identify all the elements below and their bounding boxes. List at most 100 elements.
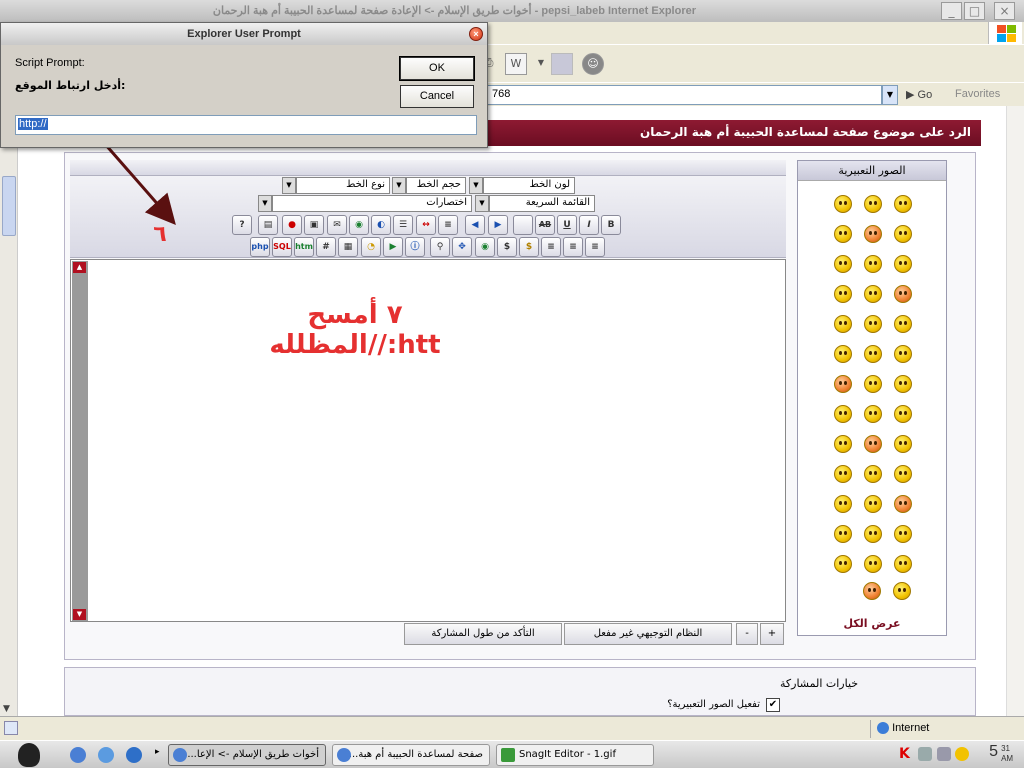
sql-button[interactable]: SQL: [272, 237, 292, 257]
align-right-button[interactable]: ≡: [541, 237, 561, 257]
smiley-icon[interactable]: [864, 195, 882, 213]
smiley-icon[interactable]: [894, 435, 912, 453]
maximize-button[interactable]: □: [964, 2, 985, 20]
smiley-icon[interactable]: [864, 375, 882, 393]
smiley-tray-icon[interactable]: [955, 747, 969, 761]
html-button[interactable]: htm: [294, 237, 314, 257]
smiley-icon[interactable]: [893, 582, 911, 600]
smiley-icon[interactable]: [894, 465, 912, 483]
smiley-icon[interactable]: [864, 225, 882, 243]
smiley-icon[interactable]: [834, 225, 852, 243]
messenger-quicklaunch-icon[interactable]: [98, 747, 114, 763]
smiley-icon[interactable]: [834, 525, 852, 543]
php-button[interactable]: php: [250, 237, 270, 257]
smiley-icon[interactable]: [834, 555, 852, 573]
cancel-button[interactable]: Cancel: [400, 85, 474, 108]
font-color-arrow-icon[interactable]: ▼: [469, 177, 483, 194]
check-length-button[interactable]: التأكد من طول المشاركة: [404, 623, 562, 645]
align-left-button[interactable]: ≡: [585, 237, 605, 257]
align-center-button[interactable]: ≡: [563, 237, 583, 257]
page-scrollbar[interactable]: [1006, 106, 1024, 716]
smiley-icon[interactable]: [864, 525, 882, 543]
smiley-icon[interactable]: [894, 405, 912, 423]
bonus-button[interactable]: $: [519, 237, 539, 257]
smiley-icon[interactable]: [864, 315, 882, 333]
underline-button[interactable]: U: [557, 215, 577, 235]
editor-scroll-up-icon[interactable]: ▲: [73, 262, 86, 273]
smiley-icon[interactable]: [834, 465, 852, 483]
dialog-close-icon[interactable]: ×: [469, 27, 483, 41]
show-all-smilies-link[interactable]: عرض الكل: [797, 617, 947, 630]
direction-rtl-button[interactable]: ◀: [465, 215, 485, 235]
direction-ltr-button[interactable]: ▶: [488, 215, 508, 235]
scrollbar-thumb[interactable]: [2, 176, 16, 236]
web-button[interactable]: ◐: [371, 215, 391, 235]
enable-smilies-checkbox[interactable]: ✔: [766, 698, 780, 712]
smiley-icon[interactable]: [834, 495, 852, 513]
quote-button[interactable]: ≡: [438, 215, 458, 235]
font-type-arrow-icon[interactable]: ▼: [282, 177, 296, 194]
address-dropdown-icon[interactable]: ▼: [882, 85, 898, 105]
email-button[interactable]: ✉: [327, 215, 347, 235]
browser-quicklaunch-icon[interactable]: [126, 747, 142, 763]
smiley-icon[interactable]: [894, 345, 912, 363]
media-button[interactable]: ▶: [383, 237, 403, 257]
smiley-icon[interactable]: [864, 285, 882, 303]
go-button[interactable]: ▶ Go: [906, 88, 932, 101]
quick-list-arrow-icon[interactable]: ▼: [475, 195, 489, 212]
strike-button[interactable]: AB: [535, 215, 555, 235]
scroll-down-icon[interactable]: ▼: [3, 704, 10, 714]
smiley-icon[interactable]: [894, 495, 912, 513]
link-button[interactable]: ◉: [349, 215, 369, 235]
blank-button[interactable]: [513, 215, 533, 235]
dropdown-arrow-icon[interactable]: ▼: [530, 53, 552, 75]
smiley-icon[interactable]: [894, 195, 912, 213]
taskbar-item-page[interactable]: صفحة لمساعدة الحبيبة أم هبة...: [332, 744, 490, 766]
ie-quicklaunch-icon[interactable]: [70, 747, 86, 763]
list-button[interactable]: ☰: [393, 215, 413, 235]
smiley-icon[interactable]: [894, 525, 912, 543]
help-button[interactable]: ?: [232, 215, 252, 235]
quick-list-select[interactable]: القائمة السريعة: [489, 195, 595, 212]
italic-button[interactable]: I: [579, 215, 599, 235]
dollar-button[interactable]: $: [497, 237, 517, 257]
kaspersky-icon[interactable]: K: [899, 747, 913, 761]
smiley-icon[interactable]: [864, 465, 882, 483]
favorites-button[interactable]: Favorites: [955, 88, 1000, 100]
smiley-icon[interactable]: [864, 435, 882, 453]
plus-button[interactable]: +: [760, 623, 784, 645]
smiley-icon[interactable]: [864, 495, 882, 513]
network-icon[interactable]: [918, 747, 932, 761]
smiley-icon[interactable]: [863, 582, 881, 600]
volume-icon[interactable]: [937, 747, 951, 761]
page-button[interactable]: ▤: [258, 215, 278, 235]
close-button[interactable]: ×: [994, 2, 1015, 20]
prompt-input[interactable]: http://: [15, 115, 477, 135]
code-button[interactable]: ↔: [416, 215, 436, 235]
smiley-icon[interactable]: [894, 285, 912, 303]
start-penguin-icon[interactable]: [18, 743, 40, 767]
taskbar-item-snagit[interactable]: SnagIt Editor - 1.gif: [496, 744, 654, 766]
smiley-icon[interactable]: [894, 555, 912, 573]
smiley-icon[interactable]: [864, 255, 882, 273]
quicklaunch-more-icon[interactable]: ▸: [155, 747, 160, 757]
info-button[interactable]: ⓘ: [405, 237, 425, 257]
font-color-select[interactable]: لون الخط: [483, 177, 575, 194]
guide-mode-button[interactable]: النظام التوجيهي غير مفعل: [564, 623, 732, 645]
image-button[interactable]: ▣: [304, 215, 324, 235]
word-icon[interactable]: W: [505, 53, 527, 75]
editor-scrollbar[interactable]: ▲ ▼: [72, 261, 88, 621]
address-input[interactable]: 768: [487, 85, 882, 105]
font-size-select[interactable]: حجم الخط: [406, 177, 466, 194]
hash-button[interactable]: #: [316, 237, 336, 257]
smiley-icon[interactable]: [894, 255, 912, 273]
smiley-icon[interactable]: [894, 315, 912, 333]
shortcuts-select[interactable]: اختصارات: [272, 195, 472, 212]
minus-button[interactable]: -: [736, 623, 758, 645]
sidebar-scrollbar[interactable]: ▼: [0, 106, 18, 716]
smiley-icon[interactable]: [864, 555, 882, 573]
minimize-button[interactable]: _: [941, 2, 962, 20]
marquee-button[interactable]: ◉: [475, 237, 495, 257]
ok-button[interactable]: OK: [399, 56, 475, 81]
smiley-icon[interactable]: [834, 435, 852, 453]
